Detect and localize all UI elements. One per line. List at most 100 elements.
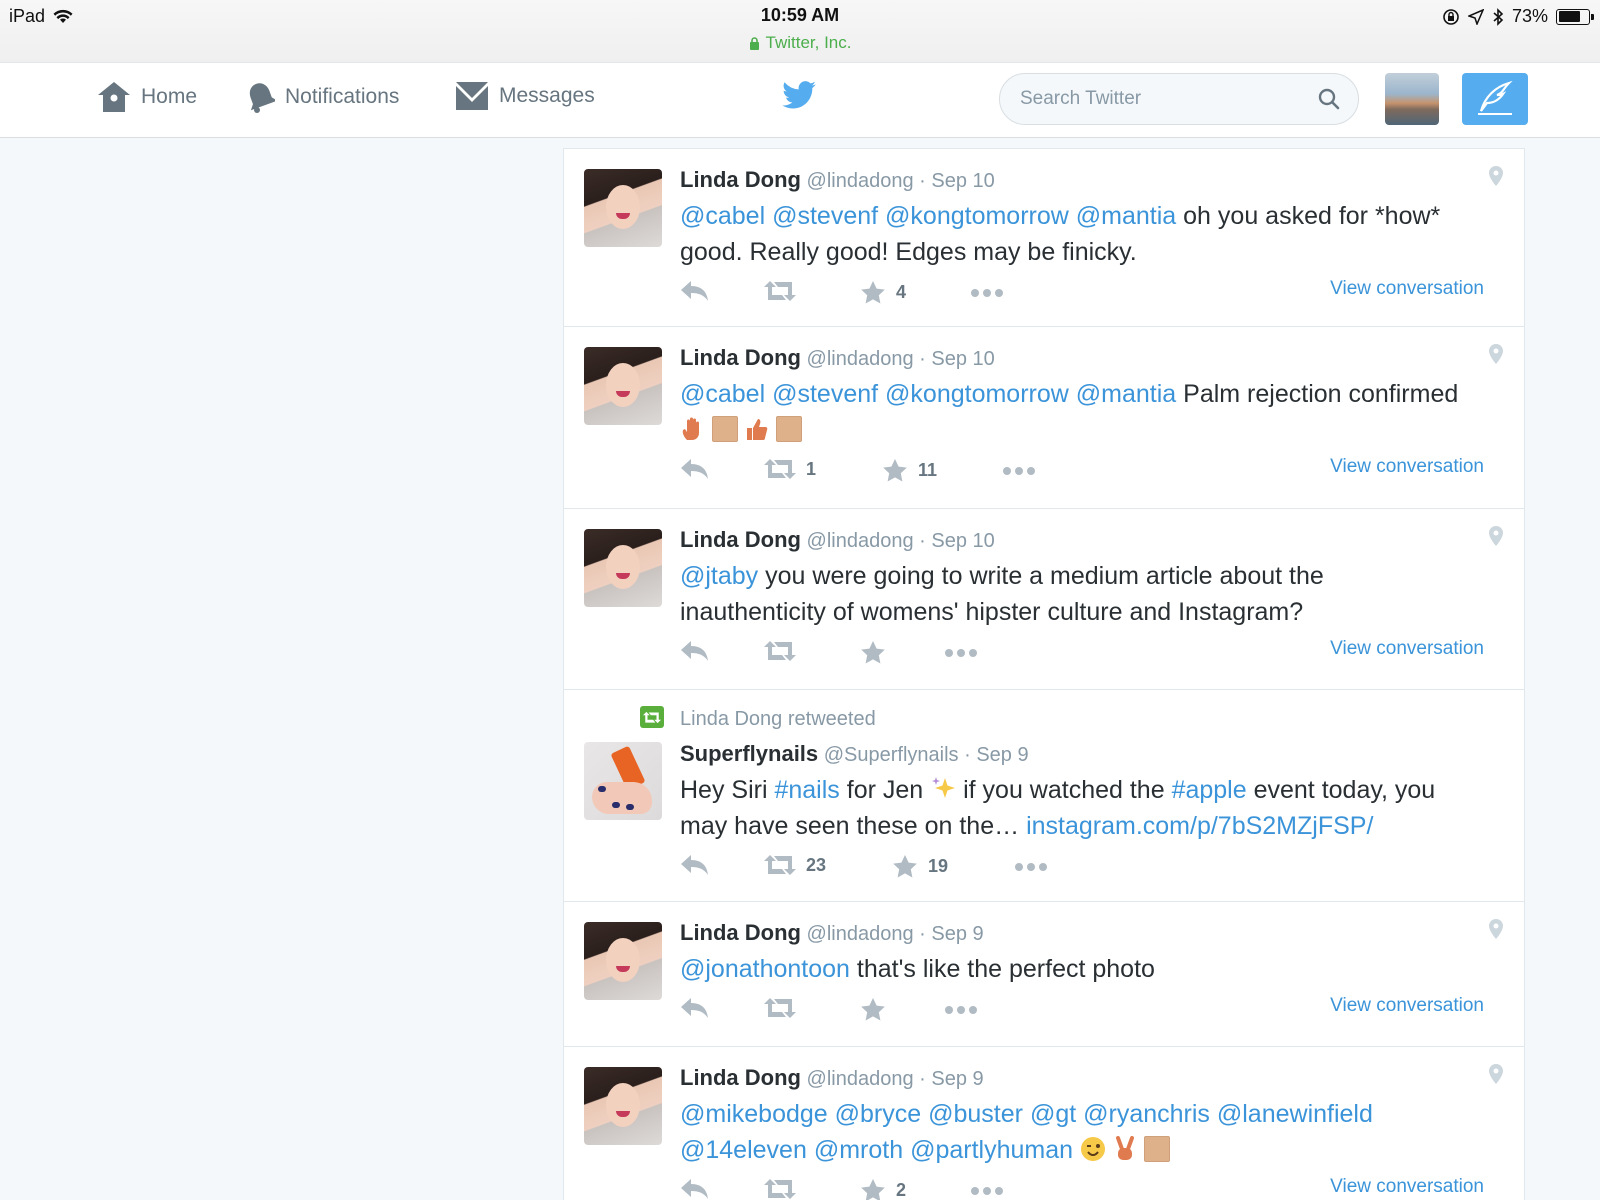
view-conversation-link[interactable]: View conversation — [1330, 278, 1484, 300]
avatar[interactable] — [584, 529, 662, 607]
more-button[interactable] — [970, 1186, 1004, 1196]
hashtag-link[interactable]: #apple — [1172, 776, 1247, 804]
reply-button[interactable] — [680, 280, 710, 302]
search-box[interactable] — [999, 73, 1359, 125]
tweet[interactable]: Linda Dong @lindadong · Sep 10 @jtaby yo… — [564, 509, 1524, 690]
tweet-date[interactable]: Sep 9 — [931, 923, 983, 945]
favorite-button[interactable]: 19 — [892, 854, 948, 878]
mention-link[interactable]: @mroth — [814, 1136, 903, 1164]
view-conversation-link[interactable]: View conversation — [1330, 1176, 1484, 1198]
search-icon[interactable] — [1318, 88, 1340, 110]
mention-link[interactable]: @buster — [928, 1100, 1023, 1128]
tweet[interactable]: Linda Dong @lindadong · Sep 9 @jonathont… — [564, 902, 1524, 1047]
tweet[interactable]: Linda Dong @lindadong · Sep 10 @cabel @s… — [564, 149, 1524, 327]
author-name[interactable]: Linda Dong — [680, 345, 801, 370]
hashtag-link[interactable]: #nails — [774, 776, 839, 804]
reply-button[interactable] — [680, 640, 710, 662]
tweet[interactable]: Linda Dong @lindadong · Sep 10 @cabel @s… — [564, 327, 1524, 509]
url-link[interactable]: instagram.com/p/7bS2MZjFSP/ — [1026, 812, 1373, 840]
mention-link[interactable]: @kongtomorrow — [885, 380, 1069, 408]
author-handle[interactable]: @lindadong — [807, 348, 914, 370]
mention-link[interactable]: @stevenf — [772, 202, 878, 230]
author-name[interactable]: Linda Dong — [680, 527, 801, 552]
tweet-date[interactable]: Sep 10 — [931, 170, 994, 192]
tweet-date[interactable]: Sep 9 — [931, 1068, 983, 1090]
mention-link[interactable]: @jtaby — [680, 562, 758, 590]
retweet-button[interactable] — [764, 640, 806, 662]
mention-link[interactable]: @mikebodge — [680, 1100, 828, 1128]
author-handle[interactable]: @lindadong — [807, 170, 914, 192]
mention-link[interactable]: @ryanchris — [1083, 1100, 1210, 1128]
view-conversation-link[interactable]: View conversation — [1330, 995, 1484, 1017]
retweet-button[interactable] — [764, 1178, 806, 1200]
search-input[interactable] — [1020, 88, 1318, 110]
mention-link[interactable]: @stevenf — [772, 380, 878, 408]
more-button[interactable] — [1014, 862, 1048, 872]
retweet-button[interactable]: 1 — [764, 458, 816, 480]
author-name[interactable]: Linda Dong — [680, 920, 801, 945]
tweet-date[interactable]: Sep 10 — [931, 530, 994, 552]
favorite-button[interactable]: 11 — [882, 458, 937, 482]
mention-link[interactable]: @cabel — [680, 380, 765, 408]
compose-tweet-button[interactable] — [1462, 73, 1528, 125]
tweet-text: @cabel @stevenf @kongtomorrow @mantia Pa… — [680, 376, 1504, 448]
mention-link[interactable]: @gt — [1030, 1100, 1076, 1128]
author-name[interactable]: Linda Dong — [680, 1065, 801, 1090]
avatar[interactable] — [584, 1067, 662, 1145]
more-button[interactable] — [970, 288, 1004, 298]
author-name[interactable]: Superflynails — [680, 741, 818, 766]
mention-link[interactable]: @cabel — [680, 202, 765, 230]
mention-link[interactable]: @partlyhuman — [910, 1136, 1073, 1164]
more-button[interactable] — [944, 648, 978, 658]
mention-link[interactable]: @bryce — [835, 1100, 922, 1128]
mention-link[interactable]: @14eleven — [680, 1136, 807, 1164]
favorite-button[interactable]: 4 — [860, 280, 906, 304]
location-pin-icon[interactable] — [1488, 165, 1504, 187]
star-icon — [883, 459, 907, 482]
avatar[interactable] — [584, 742, 662, 820]
retweeted-by[interactable]: Linda Dong retweeted — [680, 708, 876, 730]
favorite-button[interactable]: 2 — [860, 1178, 906, 1200]
retweet-button[interactable] — [764, 997, 806, 1019]
tweet[interactable]: Linda Dong retweeted Superflynails @Supe… — [564, 690, 1524, 902]
mention-link[interactable]: @kongtomorrow — [885, 202, 1069, 230]
mention-link[interactable]: @lanewinfield — [1217, 1100, 1373, 1128]
twitter-bird-icon[interactable] — [782, 81, 816, 109]
avatar[interactable] — [584, 922, 662, 1000]
author-name[interactable]: Linda Dong — [680, 167, 801, 192]
location-pin-icon[interactable] — [1488, 1063, 1504, 1085]
reply-button[interactable] — [680, 458, 710, 480]
mention-link[interactable]: @jonathontoon — [680, 955, 850, 983]
tweet-body: that's like the perfect photo — [856, 955, 1155, 983]
profile-avatar[interactable] — [1385, 73, 1439, 125]
mention-link[interactable]: @mantia — [1076, 380, 1176, 408]
view-conversation-link[interactable]: View conversation — [1330, 638, 1484, 660]
retweet-button[interactable] — [764, 280, 806, 302]
favorite-button[interactable] — [860, 640, 896, 664]
more-button[interactable] — [944, 1005, 978, 1015]
mention-link[interactable]: @mantia — [1076, 202, 1176, 230]
tweet-date[interactable]: Sep 9 — [976, 744, 1028, 766]
tweet-date[interactable]: Sep 10 — [931, 348, 994, 370]
location-pin-icon[interactable] — [1488, 525, 1504, 547]
author-handle[interactable]: @Superflynails — [824, 744, 959, 766]
avatar[interactable] — [584, 347, 662, 425]
tweet[interactable]: Linda Dong @lindadong · Sep 9 @mikebodge… — [564, 1047, 1524, 1200]
nav-home[interactable]: Home — [97, 81, 197, 113]
location-icon — [1467, 8, 1484, 25]
reply-button[interactable] — [680, 1178, 710, 1200]
reply-button[interactable] — [680, 997, 710, 1019]
reply-button[interactable] — [680, 854, 710, 876]
author-handle[interactable]: @lindadong — [807, 923, 914, 945]
nav-messages[interactable]: Messages — [455, 81, 595, 111]
author-handle[interactable]: @lindadong — [807, 1068, 914, 1090]
location-pin-icon[interactable] — [1488, 918, 1504, 940]
favorite-button[interactable] — [860, 997, 896, 1021]
avatar[interactable] — [584, 169, 662, 247]
location-pin-icon[interactable] — [1488, 343, 1504, 365]
author-handle[interactable]: @lindadong — [807, 530, 914, 552]
nav-notifications[interactable]: Notifications — [247, 81, 399, 113]
view-conversation-link[interactable]: View conversation — [1330, 456, 1484, 478]
more-button[interactable] — [1002, 466, 1036, 476]
retweet-button[interactable]: 23 — [764, 854, 826, 876]
